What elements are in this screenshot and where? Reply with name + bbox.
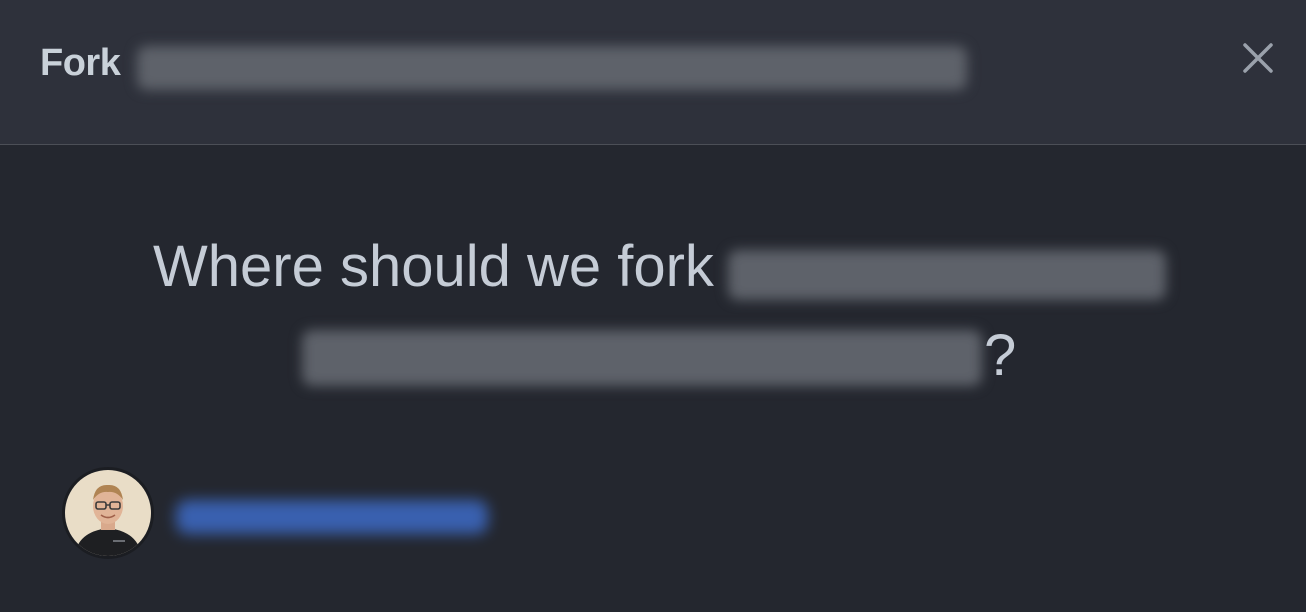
close-icon [1243,43,1273,73]
redacted-repo-name-line2 [302,330,982,386]
question-mark: ? [984,323,1017,388]
dialog-title: Fork [40,42,121,84]
owner-username-link[interactable] [176,500,488,534]
dialog-header: Fork [0,0,1306,145]
avatar[interactable] [62,467,154,559]
user-avatar [65,470,151,556]
fork-question: Where should we fork [153,234,714,299]
redacted-repo-name-line1 [728,250,1166,300]
fork-dialog: Fork Where should we fork ? [0,0,1306,612]
close-button[interactable] [1236,36,1280,80]
redacted-repo-name [137,46,967,90]
